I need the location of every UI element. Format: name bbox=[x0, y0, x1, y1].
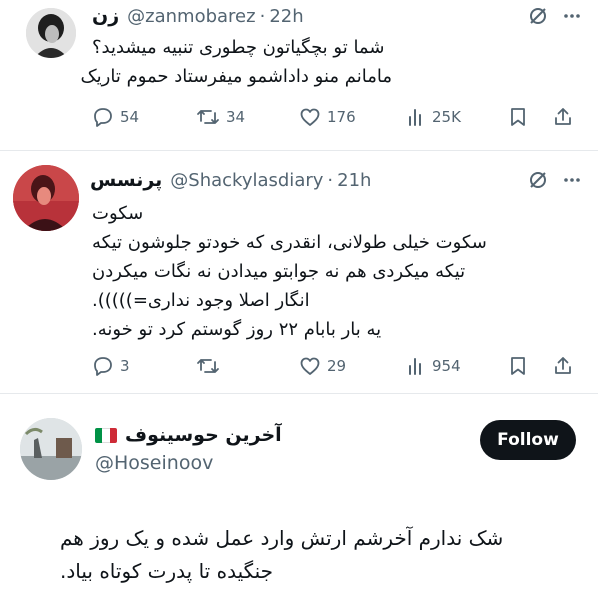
display-name[interactable]: آخرین حوسینوف bbox=[125, 424, 282, 446]
views-count: 954 bbox=[432, 357, 461, 375]
tweet-text: شما تو بچگیاتون چطوری تنبیه میشدید؟ ماما… bbox=[80, 33, 392, 91]
like-count: 29 bbox=[327, 357, 347, 375]
tweet-text-line: شک ندارم آخرشم ارتش وارد عمل شده و یک رو… bbox=[60, 526, 504, 550]
avatar[interactable] bbox=[20, 418, 82, 480]
display-name[interactable]: پرنسس bbox=[90, 169, 162, 191]
timestamp[interactable]: 22h bbox=[269, 6, 303, 27]
share-button[interactable] bbox=[552, 103, 574, 131]
separator-dot: · bbox=[259, 5, 266, 27]
tweet-text-line: سکوت خیلی طولانی، انقدری که خودتو جلوشون… bbox=[92, 232, 487, 253]
tweet-text-line: تیکه میکردی هم نه جوابتو میدادن نه نگات … bbox=[92, 261, 466, 282]
like-button[interactable]: 29 bbox=[299, 352, 346, 380]
timestamp[interactable]: 21h bbox=[337, 170, 371, 191]
avatar-image bbox=[13, 165, 79, 231]
views-button[interactable]: 954 bbox=[406, 352, 461, 380]
tweet-text-line: سکوت bbox=[92, 203, 144, 224]
action-bar: 3 29 954 bbox=[92, 352, 584, 380]
action-bar: 54 34 176 25K bbox=[92, 103, 584, 131]
bookmark-icon bbox=[511, 357, 525, 375]
grok-slash-icon[interactable] bbox=[528, 6, 548, 26]
reply-button[interactable]: 3 bbox=[92, 352, 130, 380]
like-button[interactable]: 176 bbox=[299, 103, 356, 131]
more-dots-icon[interactable] bbox=[562, 6, 582, 26]
top-right-icons bbox=[528, 170, 582, 190]
share-button[interactable] bbox=[552, 352, 574, 380]
reply-icon bbox=[94, 108, 112, 127]
avatar[interactable] bbox=[13, 165, 79, 231]
views-icon bbox=[409, 358, 421, 375]
tweet-text-line: جنگیده تا پدرت کوتاه بیاد. bbox=[60, 559, 274, 583]
views-button[interactable]: 25K bbox=[406, 103, 461, 131]
repost-count: 34 bbox=[226, 108, 246, 126]
bookmark-button[interactable] bbox=[508, 103, 528, 131]
tweet-header: زن @zanmobarez · 22h bbox=[92, 3, 304, 29]
avatar-image bbox=[20, 418, 82, 480]
embedded-header: آخرین حوسینوف bbox=[95, 424, 282, 446]
reply-count: 3 bbox=[120, 357, 130, 375]
reply-count: 54 bbox=[120, 108, 140, 126]
tweet-header: پرنسس @Shackylasdiary · 21h bbox=[90, 167, 371, 193]
follow-button[interactable]: Follow bbox=[480, 420, 576, 460]
share-icon bbox=[555, 108, 571, 125]
like-icon bbox=[300, 108, 320, 126]
tweet-text-line: مامانم منو داداشمو میفرستاد حموم تاریک bbox=[80, 66, 392, 87]
tweet-text-line: انگار اصلا وجود نداری=))))). bbox=[92, 290, 310, 311]
repost-icon bbox=[197, 359, 219, 373]
tweet-text: سکوت سکوت خیلی طولانی، انقدری که خودتو ج… bbox=[92, 199, 578, 344]
handle[interactable]: @Hoseinoov bbox=[95, 452, 213, 474]
bookmark-button[interactable] bbox=[508, 352, 528, 380]
repost-button[interactable] bbox=[196, 352, 226, 380]
separator-dot: · bbox=[327, 169, 334, 191]
reply-icon bbox=[94, 357, 112, 376]
tweet-2: پرنسس @Shackylasdiary · 21h سکوت سکوت خی… bbox=[0, 150, 598, 394]
embedded-text: شک ندارم آخرشم ارتش وارد عمل شده و یک رو… bbox=[60, 522, 580, 588]
views-count: 25K bbox=[432, 108, 461, 126]
reply-button[interactable]: 54 bbox=[92, 103, 139, 131]
like-icon bbox=[300, 357, 320, 375]
repost-button[interactable]: 34 bbox=[196, 103, 245, 131]
embedded-tweet: آخرین حوسینوف @Hoseinoov Follow شک ندارم… bbox=[0, 393, 598, 601]
tweet-text-line: شما تو بچگیاتون چطوری تنبیه میشدید؟ bbox=[92, 37, 385, 58]
repost-icon bbox=[197, 110, 219, 124]
handle[interactable]: @Shackylasdiary bbox=[170, 170, 323, 191]
avatar-image bbox=[26, 8, 76, 58]
top-right-icons bbox=[528, 6, 582, 26]
handle[interactable]: @zanmobarez bbox=[127, 6, 255, 27]
views-icon bbox=[409, 109, 421, 126]
grok-slash-icon[interactable] bbox=[528, 170, 548, 190]
like-count: 176 bbox=[327, 108, 356, 126]
share-icon bbox=[555, 357, 571, 374]
italy-flag-icon bbox=[95, 427, 117, 443]
avatar[interactable] bbox=[26, 8, 76, 58]
more-dots-icon[interactable] bbox=[562, 170, 582, 190]
display-name[interactable]: زن bbox=[92, 5, 119, 27]
tweet-1: زن @zanmobarez · 22h شما تو بچگیاتون چطو… bbox=[0, 0, 598, 150]
tweet-text-line: یه بار بابام ۲۲ روز گوستم کرد تو خونه. bbox=[92, 319, 382, 340]
bookmark-icon bbox=[511, 108, 525, 126]
